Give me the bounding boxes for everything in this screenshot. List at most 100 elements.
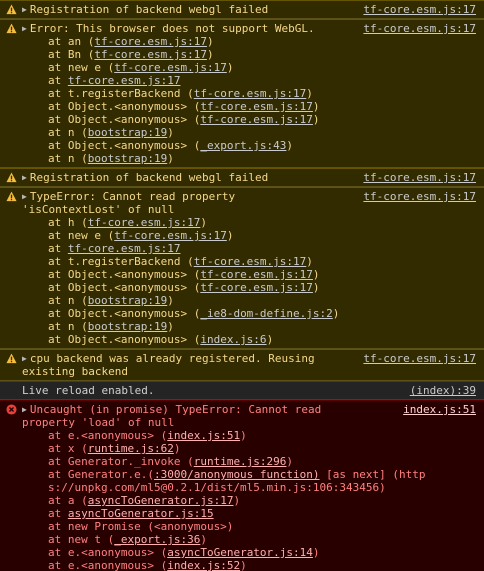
source-link[interactable]: tf-core.esm.js:17 (363, 3, 476, 16)
frame-suffix: ) (167, 126, 174, 139)
frame-source-link[interactable]: bootstrap:19 (88, 126, 167, 139)
frame-function: at new e ( (48, 229, 115, 242)
disclosure-triangle-icon[interactable]: ▶ (22, 190, 27, 203)
frame-function: at h ( (48, 216, 88, 229)
frame-source-link[interactable]: bootstrap:19 (88, 320, 167, 333)
frame-source-link[interactable]: tf-core.esm.js:17 (114, 229, 227, 242)
frame-source-link[interactable]: asyncToGenerator.js:17 (88, 494, 234, 507)
frame-source-link[interactable]: index.js:6 (200, 333, 266, 346)
stack-frame: at Object.<anonymous> (_export.js:43) (22, 139, 476, 152)
message-body: Registration of backend webgl failed (29, 171, 269, 184)
message-text[interactable]: ▶ Uncaught (in promise) TypeError: Cannot… (22, 403, 403, 429)
frame-source-link[interactable]: runtime.js:296 (194, 455, 287, 468)
frame-source-link[interactable]: :3000/anonymous function) (154, 468, 320, 481)
source-link[interactable]: index.js:51 (403, 403, 476, 416)
disclosure-triangle-icon[interactable]: ▶ (22, 3, 27, 16)
frame-function: at new t ( (48, 533, 115, 546)
frame-source-link[interactable]: tf-core.esm.js:17 (88, 216, 201, 229)
frame-source-link[interactable]: index.js:51 (167, 429, 240, 442)
frame-source-link[interactable]: tf-core.esm.js:17 (68, 74, 181, 87)
source-link[interactable]: tf-core.esm.js:17 (363, 171, 476, 184)
frame-function: at n ( (48, 126, 88, 139)
source-link[interactable]: tf-core.esm.js:17 (363, 190, 476, 203)
frame-suffix: ) (312, 546, 320, 559)
frame-suffix: ) (233, 494, 241, 507)
stack-frame: at an (tf-core.esm.js:17) (22, 35, 476, 48)
frame-function: at n ( (48, 294, 88, 307)
stack-frame: at Object.<anonymous> (index.js:6) (22, 333, 476, 346)
frame-suffix: ) (173, 442, 181, 455)
source-link[interactable]: tf-core.esm.js:17 (363, 22, 476, 35)
frame-source-link[interactable]: tf-core.esm.js:17 (194, 255, 307, 268)
frame-function: at an ( (48, 35, 95, 48)
frame-function: at Object.<anonymous> ( (48, 113, 201, 126)
frame-source-link[interactable]: tf-core.esm.js:17 (114, 61, 227, 74)
frame-source-link[interactable]: _export.js:36 (114, 533, 200, 546)
frame-source-link[interactable]: index.js:52 (167, 559, 240, 571)
stack-frame: at t.registerBackend (tf-core.esm.js:17) (22, 87, 476, 100)
console-message-warn: ▶ Registration of backend webgl failed tf-… (0, 0, 484, 19)
message-text[interactable]: ▶ Registration of backend webgl failed (22, 3, 363, 16)
frame-function: at (48, 507, 68, 520)
message-body: Registration of backend webgl failed (29, 3, 269, 16)
frame-suffix: ) (306, 87, 313, 100)
stack-frame: at n (bootstrap:19) (22, 320, 476, 333)
frame-suffix: ) (167, 294, 174, 307)
warning-icon (6, 4, 17, 15)
disclosure-triangle-icon[interactable]: ▶ (22, 403, 27, 416)
frame-source-link[interactable]: _ie8-dom-define.js:2 (200, 307, 332, 320)
frame-source-link[interactable]: tf-core.esm.js:17 (200, 100, 313, 113)
message-text[interactable]: ▶ TypeError: Cannot read property 'isCont… (22, 190, 363, 216)
disclosure-triangle-icon[interactable]: ▶ (22, 22, 27, 35)
frame-source-link[interactable]: tf-core.esm.js:17 (194, 87, 307, 100)
frame-source-link[interactable]: tf-core.esm.js:17 (200, 113, 313, 126)
frame-source-link[interactable]: tf-core.esm.js:17 (200, 281, 313, 294)
message-text: Live reload enabled. (22, 384, 410, 397)
frame-source-link[interactable]: tf-core.esm.js:17 (200, 268, 313, 281)
warning-icon (6, 172, 17, 183)
frame-source-link[interactable]: tf-core.esm.js:17 (68, 242, 181, 255)
stack-frame: at new t (_export.js:36) (22, 533, 476, 546)
frame-source-link[interactable]: bootstrap:19 (88, 294, 167, 307)
console-message-error: ▶ Uncaught (in promise) TypeError: Cannot… (0, 400, 484, 571)
frame-suffix: ) (286, 455, 294, 468)
stack-frame: at x (runtime.js:62) (22, 442, 476, 455)
frame-function: at Generator.e.( (48, 468, 154, 481)
message-body: TypeError: Cannot read property 'isConte… (22, 190, 236, 216)
source-link[interactable]: tf-core.esm.js:17 (363, 352, 476, 365)
message-text[interactable]: ▶ cpu backend was already registered. Reu… (22, 352, 363, 378)
disclosure-triangle-icon[interactable]: ▶ (22, 171, 27, 184)
console-message-info: Live reload enabled. (index):39 (0, 381, 484, 400)
frame-function: at Object.<anonymous> ( (48, 281, 201, 294)
frame-source-link[interactable]: asyncToGenerator.js:15 (68, 507, 214, 520)
frame-suffix: ) (286, 139, 294, 152)
frame-source-link[interactable]: tf-core.esm.js:17 (94, 48, 207, 61)
stack-frame: at Object.<anonymous> (tf-core.esm.js:17… (22, 113, 476, 126)
frame-source-link[interactable]: bootstrap:19 (88, 152, 167, 165)
frame-suffix: ) (167, 320, 174, 333)
stack-frame: at tf-core.esm.js:17 (22, 242, 476, 255)
message-text[interactable]: ▶ Registration of backend webgl failed (22, 171, 363, 184)
stack-frame: at Object.<anonymous> (tf-core.esm.js:17… (22, 100, 476, 113)
frame-suffix: ) (240, 559, 247, 571)
frame-source-link[interactable]: tf-core.esm.js:17 (94, 35, 207, 48)
message-text[interactable]: ▶ Error: This browser does not support We… (22, 22, 363, 35)
frame-suffix: ) (206, 35, 214, 48)
frame-function: at Object.<anonymous> ( (48, 307, 201, 320)
disclosure-triangle-icon[interactable]: ▶ (22, 352, 27, 365)
frame-source-link[interactable]: _export.js:43 (200, 139, 286, 152)
message-body: Uncaught (in promise) TypeError: Cannot … (22, 403, 322, 429)
console-message-warn: ▶ TypeError: Cannot read property 'isCont… (0, 187, 484, 349)
frame-function: at t.registerBackend ( (48, 255, 194, 268)
message-header: ▶ Error: This browser does not support We… (22, 22, 476, 35)
source-link[interactable]: (index):39 (410, 384, 476, 397)
frame-source-link[interactable]: runtime.js:62 (88, 442, 174, 455)
stack-frame: at a (asyncToGenerator.js:17) (22, 494, 476, 507)
stack-frame: at h (tf-core.esm.js:17) (22, 216, 476, 229)
stack-frame: at Bn (tf-core.esm.js:17) (22, 48, 476, 61)
stack-frame: at new Promise (<anonymous>) (22, 520, 476, 533)
stack-frame: at new e (tf-core.esm.js:17) (22, 61, 476, 74)
message-body: cpu backend was already registered. Reus… (22, 352, 315, 378)
frame-suffix: ) (312, 113, 320, 126)
frame-source-link[interactable]: asyncToGenerator.js:14 (167, 546, 313, 559)
